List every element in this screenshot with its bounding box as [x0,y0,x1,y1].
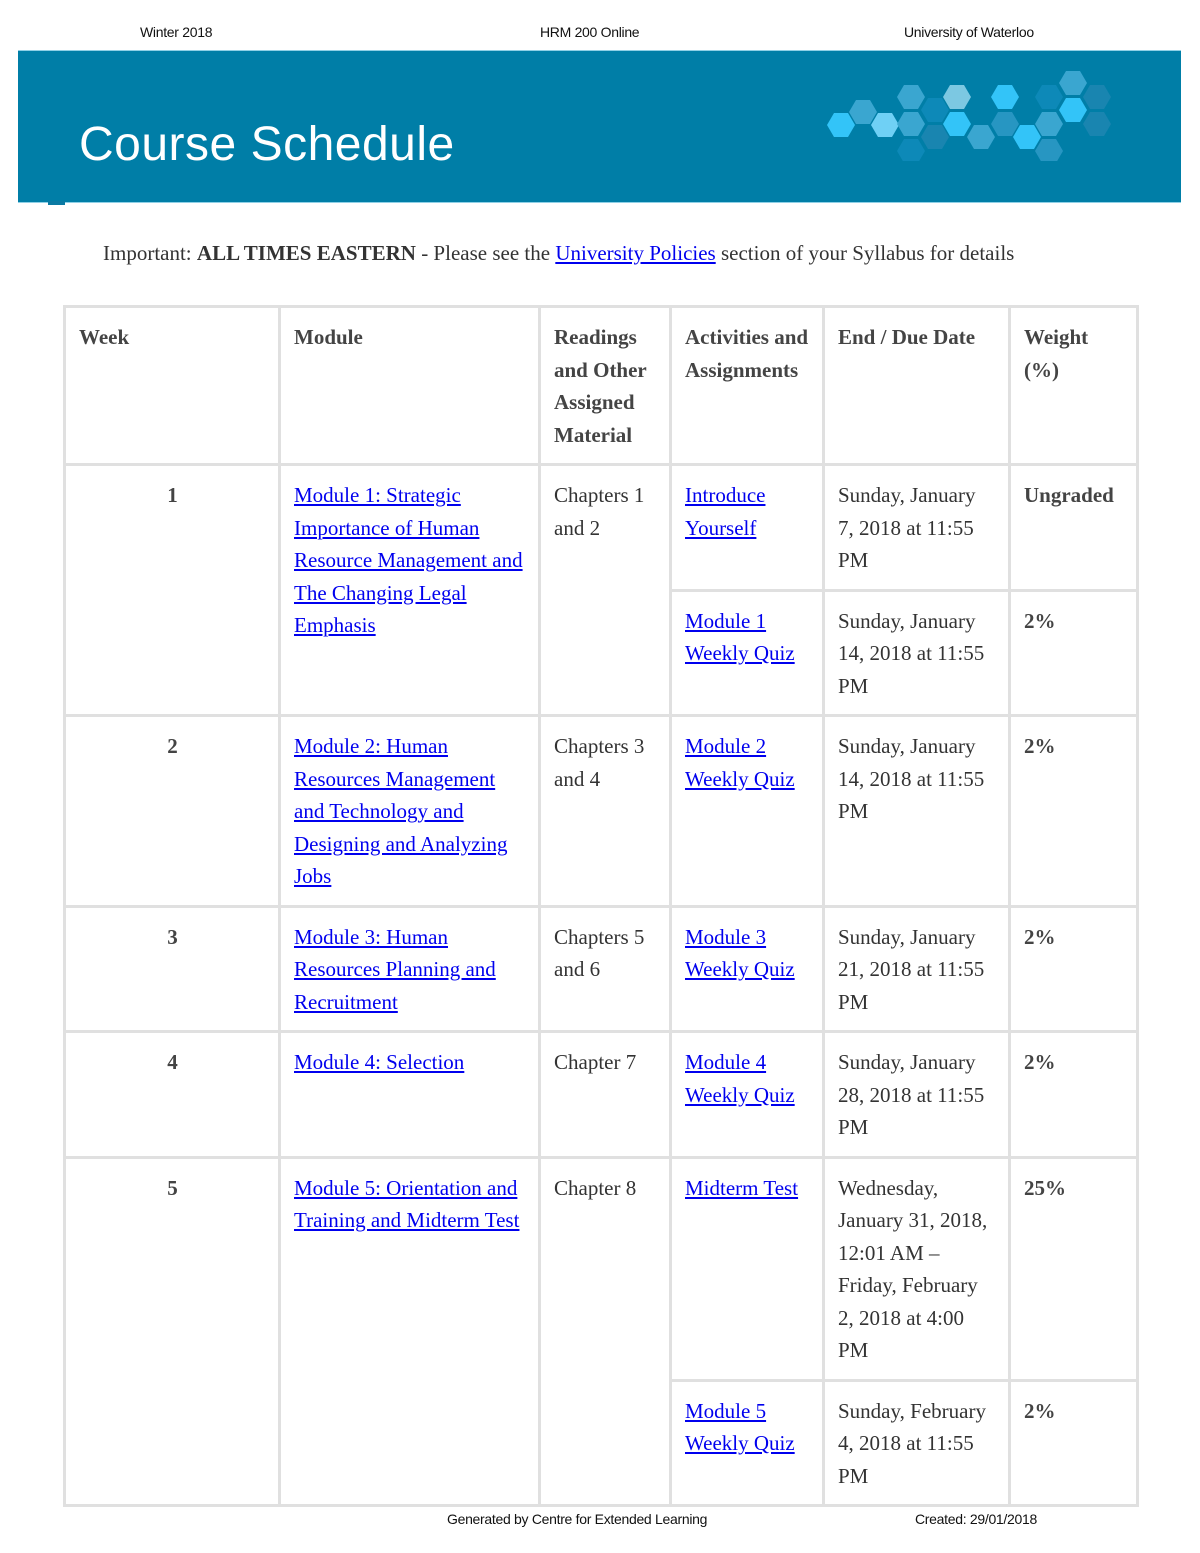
header-module: Module [278,305,541,466]
footer-generated-by: Generated by Centre for Extended Learnin… [447,1511,708,1527]
week-number: 1 [63,463,281,717]
activity-cell: Introduce Yourself [669,463,825,592]
table-row: 2 Module 2: Human Resources Management a… [63,714,1139,908]
hexagon-shape [1059,98,1087,122]
activity-cell: Module 4 Weekly Quiz [669,1030,825,1159]
activity-link[interactable]: Midterm Test [685,1176,798,1200]
activity-cell: Module 1 Weekly Quiz [669,588,825,717]
table-row: 3 Module 3: Human Resources Planning and… [63,904,1139,1033]
table-row: 5 Module 5: Orientation and Training and… [63,1155,1139,1507]
banner-tab-mark [48,201,65,205]
weight-cell: Ungraded [1008,463,1139,592]
weight-cell: 2% [1008,1030,1139,1159]
week-number: 3 [63,904,281,1033]
readings-cell: Chapters 5 and 6 [538,904,672,1033]
hexagon-shape [897,139,925,161]
notice-suffix: section of your Syllabus for details [715,241,1015,265]
activity-cell: Module 2 Weekly Quiz [669,714,825,908]
weight-cell: 2% [1008,1378,1139,1507]
header-activities: Activities and Assignments [669,305,825,466]
hexagon-shape [967,125,995,149]
hexagon-shape [849,100,877,124]
activity-link[interactable]: Module 2 Weekly Quiz [685,734,795,791]
due-date-cell: Sunday, January 21, 2018 at 11:55 PM [822,904,1011,1033]
week-number: 4 [63,1030,281,1159]
hexagon-shape [1035,112,1063,136]
activity-cell: Midterm Test [669,1155,825,1382]
module-link[interactable]: Module 1: Strategic Importance of Human … [294,483,523,637]
hexagon-shape [1035,85,1063,109]
timezone-notice: Important: ALL TIMES EASTERN - Please se… [103,241,1014,266]
table-row: 4 Module 4: Selection Chapter 7 Module 4… [63,1030,1139,1159]
hexagon-shape [1059,71,1087,95]
due-date-cell: Sunday, January 7, 2018 at 11:55 PM [822,463,1011,592]
due-date-cell: Sunday, January 14, 2018 at 11:55 PM [822,714,1011,908]
table-row: 1 Module 1: Strategic Importance of Huma… [63,463,1139,717]
readings-cell: Chapter 7 [538,1030,672,1159]
activity-link[interactable]: Module 5 Weekly Quiz [685,1399,795,1456]
due-date-cell: Sunday, January 28, 2018 at 11:55 PM [822,1030,1011,1159]
weight-cell: 2% [1008,714,1139,908]
footer-created-date: Created: 29/01/2018 [915,1511,1037,1527]
module-cell: Module 2: Human Resources Management and… [278,714,541,908]
week-number: 5 [63,1155,281,1507]
hexagon-shape [897,85,925,109]
hexagon-shape [827,113,855,137]
activity-cell: Module 3 Weekly Quiz [669,904,825,1033]
activity-cell: Module 5 Weekly Quiz [669,1378,825,1507]
module-link[interactable]: Module 2: Human Resources Management and… [294,734,507,888]
hexagon-shape [1083,85,1111,109]
notice-emphasis: ALL TIMES EASTERN [196,241,416,265]
title-banner: Course Schedule [18,50,1181,203]
weight-cell: 2% [1008,588,1139,717]
header-due-date: End / Due Date [822,305,1011,466]
notice-middle: - Please see the [415,241,556,265]
module-link[interactable]: Module 3: Human Resources Planning and R… [294,925,496,1014]
activity-link[interactable]: Module 1 Weekly Quiz [685,609,795,666]
weight-cell: 2% [1008,904,1139,1033]
hexagon-shape [1083,112,1111,136]
readings-cell: Chapters 1 and 2 [538,463,672,717]
university-policies-link[interactable]: University Policies [555,241,715,265]
week-number: 2 [63,714,281,908]
weight-cell: 25% [1008,1155,1139,1382]
activity-link[interactable]: Module 3 Weekly Quiz [685,925,795,982]
due-date-cell: Sunday, January 14, 2018 at 11:55 PM [822,588,1011,717]
hexagon-shape [991,112,1019,136]
hexagon-shape [897,112,925,136]
page-title: Course Schedule [79,118,455,171]
due-date-cell: Sunday, February 4, 2018 at 11:55 PM [822,1378,1011,1507]
module-link[interactable]: Module 5: Orientation and Training and M… [294,1176,519,1233]
notice-prefix: Important: [103,241,197,265]
module-link[interactable]: Module 4: Selection [294,1050,464,1074]
module-cell: Module 3: Human Resources Planning and R… [278,904,541,1033]
hexagon-shape [991,85,1019,109]
module-cell: Module 1: Strategic Importance of Human … [278,463,541,717]
module-cell: Module 5: Orientation and Training and M… [278,1155,541,1507]
hexagon-shape [921,98,949,122]
hexagon-shape [921,125,949,149]
hexagon-shape [871,113,899,137]
header-week: Week [63,305,281,466]
readings-cell: Chapters 3 and 4 [538,714,672,908]
header-weight: Weight (%) [1008,305,1139,466]
header-course: HRM 200 Online [540,24,640,40]
hexagon-shape [1013,125,1041,149]
hexagon-shape [1035,139,1063,161]
activity-link[interactable]: Module 4 Weekly Quiz [685,1050,795,1107]
hexagon-shape [943,85,971,109]
activity-link[interactable]: Introduce Yourself [685,483,765,540]
table-header-row: Week Module Readings and Other Assigned … [63,305,1139,466]
header-institution: University of Waterloo [904,24,1034,40]
hexagon-pattern-icon [827,71,1111,161]
header-readings: Readings and Other Assigned Material [538,305,672,466]
hexagon-shape [943,112,971,136]
readings-cell: Chapter 8 [538,1155,672,1507]
course-schedule-table: Week Module Readings and Other Assigned … [63,305,1139,1507]
header-term: Winter 2018 [140,24,213,40]
module-cell: Module 4: Selection [278,1030,541,1159]
due-date-cell: Wednesday, January 31, 2018, 12:01 AM – … [822,1155,1011,1382]
